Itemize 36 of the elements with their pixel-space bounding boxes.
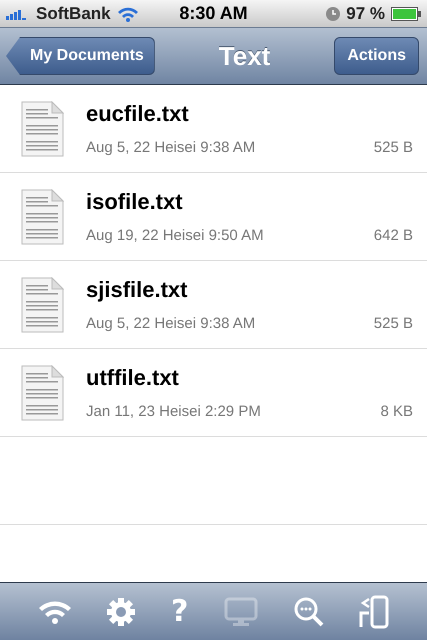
document-icon <box>20 276 64 332</box>
back-button[interactable]: My Documents <box>6 37 155 75</box>
document-icon <box>20 364 64 420</box>
file-date: Aug 5, 22 Heisei 9:38 AM <box>86 315 256 332</box>
file-size: 642 B <box>374 227 413 244</box>
file-row[interactable]: isofile.txt Aug 19, 22 Heisei 9:50 AM 642 B <box>0 173 427 261</box>
file-row[interactable]: utffile.txt Jan 11, 23 Heisei 2:29 PM 8 KB <box>0 349 427 437</box>
wifi-icon <box>38 598 72 624</box>
status-time: 8:30 AM <box>179 3 248 24</box>
monitor-icon <box>224 596 258 626</box>
file-size: 525 B <box>374 139 413 156</box>
clock-icon <box>326 6 340 20</box>
battery-icon <box>391 6 422 20</box>
file-size: 525 B <box>374 315 413 332</box>
file-name: sjisfile.txt <box>86 277 188 303</box>
battery-percent: 97 % <box>346 4 386 24</box>
devices-button[interactable] <box>359 594 390 628</box>
actions-button[interactable]: Actions <box>334 37 419 75</box>
file-date: Jan 11, 23 Heisei 2:29 PM <box>86 403 261 420</box>
file-size: 8 KB <box>380 403 413 420</box>
nav-title: Text <box>218 40 270 72</box>
search-icon <box>294 596 324 626</box>
document-icon <box>20 188 64 244</box>
wifi-button[interactable] <box>38 598 72 624</box>
file-row[interactable]: eucfile.txt Aug 5, 22 Heisei 9:38 AM 525 B <box>0 85 427 173</box>
file-name: isofile.txt <box>86 189 184 215</box>
wifi-icon <box>116 6 139 22</box>
file-name: utffile.txt <box>86 365 180 391</box>
file-date: Aug 19, 22 Heisei 9:50 AM <box>86 227 264 244</box>
file-date: Aug 5, 22 Heisei 9:38 AM <box>86 139 256 156</box>
devices-icon <box>359 594 390 628</box>
file-row[interactable]: sjisfile.txt Aug 5, 22 Heisei 9:38 AM 525 B <box>0 261 427 349</box>
search-button[interactable] <box>294 596 324 626</box>
file-name: eucfile.txt <box>86 101 190 127</box>
carrier-name: SoftBank <box>36 4 111 24</box>
document-icon <box>20 100 64 156</box>
